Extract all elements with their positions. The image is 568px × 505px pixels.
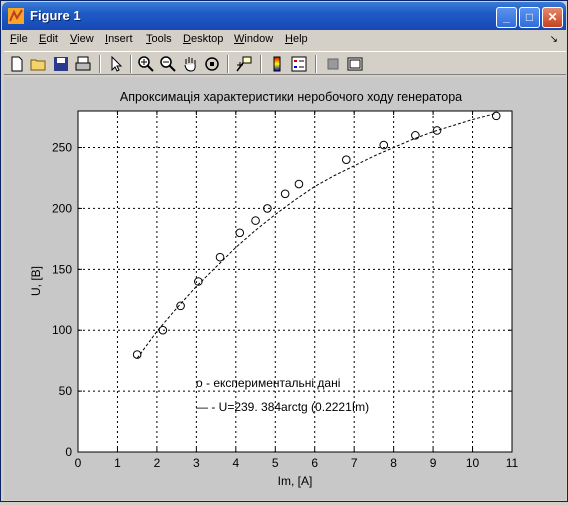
y-tick-label: 50 xyxy=(59,384,73,398)
x-tick-label: 10 xyxy=(466,456,480,470)
menu-help[interactable]: Help xyxy=(285,33,308,45)
legend-entry-fit: — - U=239. 384arctg (0.2221Im) xyxy=(196,400,369,414)
show-tools-icon[interactable] xyxy=(346,55,364,73)
x-tick-label: 6 xyxy=(311,456,318,470)
menu-desktop[interactable]: Desktop xyxy=(183,33,223,45)
menu-edit-rest: dit xyxy=(46,33,58,45)
zoom-out-icon[interactable] xyxy=(159,55,177,73)
minimize-button[interactable]: _ xyxy=(496,7,517,28)
chart-title: Апроксимація характеристики неробочого х… xyxy=(120,90,462,104)
menu-insert[interactable]: Insert xyxy=(105,33,133,45)
toolbar-separator xyxy=(260,55,262,73)
figure-toolbar xyxy=(4,51,566,75)
window-title: Figure 1 xyxy=(30,8,81,23)
data-cursor-icon[interactable] xyxy=(235,55,253,73)
menu-insert-rest: nsert xyxy=(108,33,133,45)
matlab-figure-icon xyxy=(8,8,24,24)
x-axis-label: Im, [A] xyxy=(278,474,313,488)
x-tick-label: 7 xyxy=(351,456,358,470)
y-tick-label: 100 xyxy=(52,323,72,337)
maximize-button[interactable]: □ xyxy=(519,7,540,28)
x-tick-label: 8 xyxy=(390,456,397,470)
x-tick-label: 0 xyxy=(75,456,82,470)
menu-desktop-key: D xyxy=(183,33,191,45)
close-button[interactable]: ✕ xyxy=(542,7,563,28)
colorbar-icon[interactable] xyxy=(268,55,286,73)
menu-help-rest: elp xyxy=(292,33,308,45)
y-tick-label: 200 xyxy=(52,201,72,215)
menu-help-key: H xyxy=(285,33,293,45)
menu-window[interactable]: Window xyxy=(234,33,273,45)
menu-tools[interactable]: Tools xyxy=(146,33,172,45)
toolbar-separator xyxy=(315,55,317,73)
y-tick-label: 250 xyxy=(52,141,72,155)
select-arrow-icon[interactable] xyxy=(107,55,125,73)
dock-arrow-icon[interactable]: ↘ xyxy=(550,34,558,45)
menu-edit[interactable]: Edit xyxy=(39,33,58,45)
menu-view-rest: iew xyxy=(77,33,94,45)
menu-bar: File Edit View Insert Tools Desktop Wind… xyxy=(4,31,566,50)
toolbar-separator xyxy=(130,55,132,73)
new-file-icon[interactable] xyxy=(8,55,26,73)
menu-file[interactable]: File xyxy=(10,33,28,45)
toolbar-separator xyxy=(99,55,101,73)
y-axis-label: U, [B] xyxy=(29,266,43,296)
plot-svg[interactable]: Апроксимація характеристики неробочого х… xyxy=(4,77,566,500)
toolbar-separator xyxy=(227,55,229,73)
save-icon[interactable] xyxy=(52,55,70,73)
menu-tools-rest: ools xyxy=(151,33,172,45)
menu-file-key: F xyxy=(10,33,17,45)
title-bar[interactable]: Figure 1 _ □ ✕ xyxy=(2,2,566,30)
menu-view[interactable]: View xyxy=(70,33,94,45)
x-tick-label: 2 xyxy=(154,456,161,470)
y-tick-label: 0 xyxy=(65,445,72,459)
x-tick-label: 11 xyxy=(506,456,519,470)
hide-tools-icon[interactable] xyxy=(324,55,342,73)
pan-hand-icon[interactable] xyxy=(181,55,199,73)
open-folder-icon[interactable] xyxy=(30,55,48,73)
figure-window: Figure 1 _ □ ✕ File Edit View Insert Too… xyxy=(0,0,568,502)
legend-icon[interactable] xyxy=(290,55,308,73)
x-tick-label: 1 xyxy=(114,456,121,470)
x-tick-label: 9 xyxy=(430,456,437,470)
y-tick-label: 150 xyxy=(52,262,72,276)
menu-window-rest: indow xyxy=(244,33,274,45)
zoom-in-icon[interactable] xyxy=(137,55,155,73)
x-tick-label: 3 xyxy=(193,456,200,470)
x-tick-label: 5 xyxy=(272,456,279,470)
x-tick-label: 4 xyxy=(232,456,239,470)
menu-window-key: W xyxy=(234,33,245,45)
legend-entry-data: o - експериментальні дані xyxy=(196,376,340,390)
menu-desktop-rest: esktop xyxy=(190,33,224,45)
figure-canvas: Апроксимація характеристики неробочого х… xyxy=(4,77,566,500)
menu-file-rest: ile xyxy=(16,33,28,45)
rotate-3d-icon[interactable] xyxy=(203,55,221,73)
print-icon[interactable] xyxy=(74,55,92,73)
